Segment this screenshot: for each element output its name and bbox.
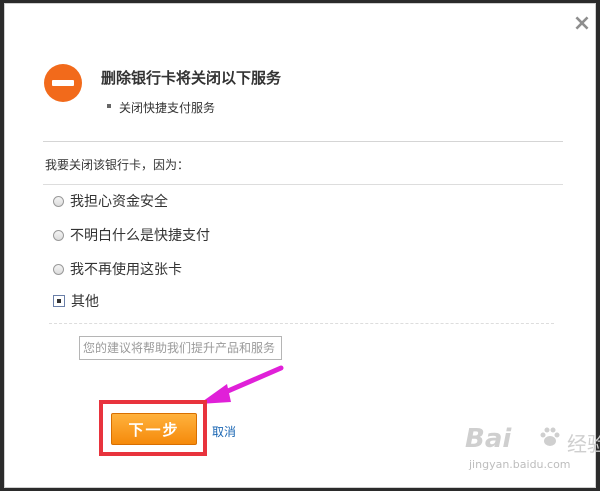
option-label: 我担心资金安全 [70,194,168,210]
radio-button[interactable] [53,229,64,241]
option-unclear-quickpay[interactable]: 不明白什么是快捷支付 [53,225,210,245]
divider [49,323,554,324]
watermark-jingyan: 经验 [567,432,600,456]
radio-button[interactable] [53,195,64,207]
arrow-annotation-icon [199,365,284,404]
other-checkbox[interactable] [53,295,65,307]
minus-circle-icon [44,64,82,102]
option-label: 其他 [71,294,99,310]
service-item: 关闭快捷支付服务 [119,101,216,115]
divider [43,141,563,142]
delete-card-dialog: × 删除银行卡将关闭以下服务 关闭快捷支付服务 我要关闭该银行卡，因为： 我担心… [4,3,600,488]
bullet-icon [107,104,111,108]
radio-button[interactable] [53,263,64,275]
option-security-concern[interactable]: 我担心资金安全 [53,191,168,211]
watermark-url: jingyan.baidu.com [469,458,571,471]
paw-icon [540,427,560,446]
watermark-brand: Bai [465,424,512,454]
option-label: 不明白什么是快捷支付 [70,228,210,244]
option-no-longer-use[interactable]: 我不再使用这张卡 [53,259,182,279]
baidu-jingyan-watermark: Bai 经验 jingyan.baidu.com [465,424,600,484]
option-other[interactable]: 其他 [53,291,99,311]
close-icon[interactable]: × [572,13,592,35]
suggestion-input[interactable] [79,336,282,360]
option-label: 我不再使用这张卡 [70,262,182,278]
next-step-button[interactable]: 下一步 [111,413,197,445]
divider [43,184,563,185]
cancel-link[interactable]: 取消 [212,423,236,440]
reason-prompt: 我要关闭该银行卡，因为： [45,158,190,172]
dialog-title: 删除银行卡将关闭以下服务 [101,69,282,87]
